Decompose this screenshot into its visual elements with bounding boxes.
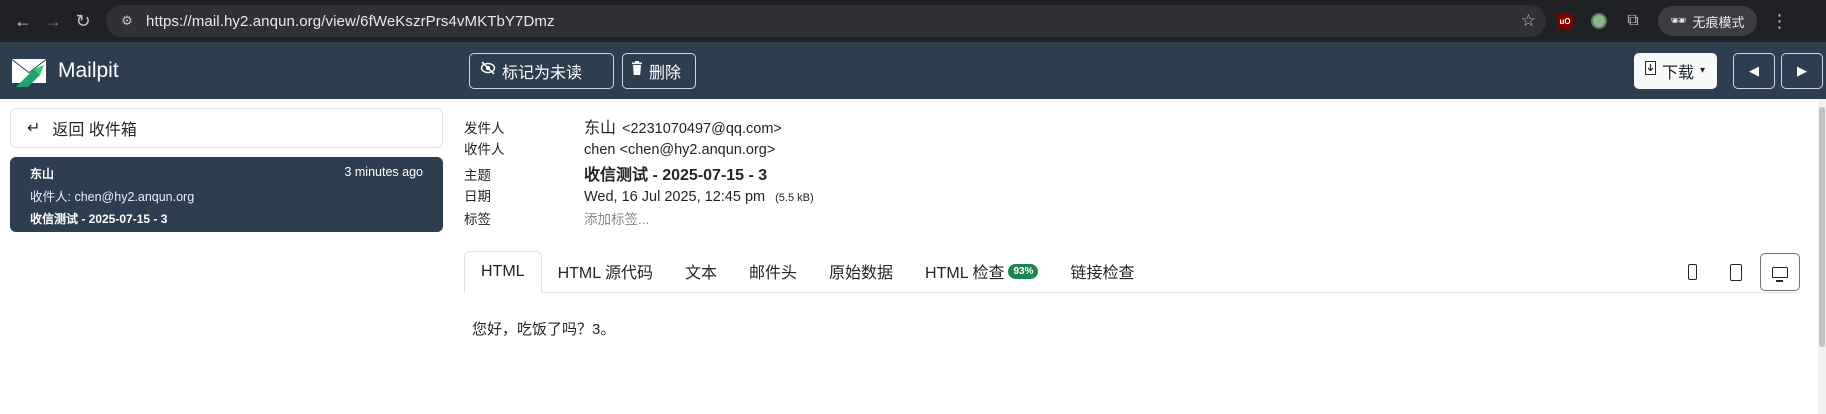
mark-unread-button[interactable]: 标记为未读 (469, 52, 614, 89)
tablet-icon (1730, 263, 1742, 281)
from-email[interactable]: <2231070497@qq.com> (622, 121, 782, 137)
from-label: 发件人 (464, 121, 505, 136)
tags-input[interactable]: 添加标签... (584, 208, 649, 228)
message-list-item[interactable]: 东山 3 minutes ago 收件人: chen@hy2.anqun.org… (10, 157, 443, 232)
message-time: 3 minutes ago (344, 165, 423, 179)
tab-label: 链接检查 (1070, 265, 1135, 282)
tab-link-check[interactable]: 链接检查 (1054, 250, 1150, 292)
ublock-icon: uO (1557, 13, 1573, 29)
address-bar[interactable]: ⚙ https://mail.hy2.anqun.org/view/6fWeKs… (106, 5, 1546, 37)
caret-left-icon: ◀ (1749, 62, 1759, 78)
back-to-inbox-label: 返回 收件箱 (52, 122, 137, 139)
incognito-indicator[interactable]: 🕶 无痕模式 (1658, 6, 1757, 36)
from-value: 东山 <2231070497@qq.com> (584, 114, 782, 138)
desktop-view-button[interactable] (1760, 253, 1800, 291)
view-tabs: HTML HTML 源代码 文本 邮件头 原始数据 HTML 检查 93% 链接… (464, 251, 1800, 293)
reload-icon[interactable]: ↻ (68, 6, 98, 36)
date-label: 日期 (464, 188, 491, 204)
tab-label: HTML (481, 263, 525, 280)
to-value[interactable]: chen <chen@hy2.anqun.org> (584, 142, 775, 158)
brand-name: Mailpit (58, 58, 119, 82)
mailpit-logo-icon (11, 57, 47, 87)
message-headers: 发件人 东山 <2231070497@qq.com> 收件人 chen <chen… (464, 114, 814, 232)
delete-button[interactable]: 删除 (622, 52, 696, 89)
message-size: (5.5 kB) (775, 191, 814, 204)
extensions-menu[interactable]: ⧉ (1618, 6, 1648, 36)
previous-message-button[interactable]: ◀ (1733, 52, 1775, 89)
subject-value: 收信测试 - 2025-07-15 - 3 (584, 167, 768, 184)
device-view-toggle (1672, 251, 1800, 293)
site-settings-icon[interactable]: ⚙ (116, 10, 138, 32)
html-check-score-badge: 93% (1008, 263, 1039, 279)
incognito-icon: 🕶 (1670, 13, 1687, 28)
puzzle-icon: ⧉ (1627, 12, 1639, 29)
date-row: 日期 Wed, 16 Jul 2025, 12:45 pm (5.5 kB) (464, 185, 814, 209)
caret-right-icon: ▶ (1797, 62, 1807, 78)
subject-label: 主题 (464, 168, 491, 183)
file-download-icon (1645, 61, 1656, 80)
message-subject: 收信测试 - 2025-07-15 - 3 (30, 212, 168, 226)
to-label: 收件人 (464, 141, 505, 157)
return-arrow-icon: ↵ (27, 120, 41, 137)
date-value: Wed, 16 Jul 2025, 12:45 pm (5.5 kB) (584, 189, 814, 205)
caret-down-icon: ▾ (1700, 65, 1706, 76)
url-text[interactable]: https://mail.hy2.anqun.org/view/6fWeKszr… (146, 13, 1521, 30)
to-row: 收件人 chen <chen@hy2.anqun.org> (464, 138, 814, 162)
tab-label: HTML 源代码 (557, 265, 653, 282)
tab-label: 文本 (684, 265, 717, 282)
tab-text[interactable]: 文本 (669, 250, 733, 292)
browser-toolbar: ← → ↻ ⚙ https://mail.hy2.anqun.org/view/… (0, 0, 1826, 42)
back-to-inbox-button[interactable]: ↵ 返回 收件箱 (10, 108, 443, 148)
tab-html-source[interactable]: HTML 源代码 (542, 250, 669, 292)
subject-row: 主题 收信测试 - 2025-07-15 - 3 (464, 161, 814, 185)
eye-slash-icon (480, 61, 496, 80)
tab-label: HTML 检查 (925, 265, 1005, 282)
email-body: 您好，吃饭了吗？3。 (472, 321, 616, 338)
message-to: 收件人: chen@hy2.anqun.org (30, 190, 195, 204)
delete-label: 删除 (649, 64, 682, 82)
message-from: 东山 (30, 167, 55, 181)
from-name: 东山 (584, 120, 617, 137)
tab-html[interactable]: HTML (464, 251, 542, 293)
phone-view-button[interactable] (1672, 253, 1712, 291)
phone-icon (1687, 264, 1697, 280)
tab-headers[interactable]: 邮件头 (733, 250, 813, 292)
download-dropdown-button[interactable]: 下载 ▾ (1634, 52, 1717, 89)
date-text: Wed, 16 Jul 2025, 12:45 pm (584, 188, 766, 205)
back-arrow-icon[interactable]: ← (8, 6, 38, 36)
tablet-view-button[interactable] (1716, 253, 1756, 291)
next-message-button[interactable]: ▶ (1781, 52, 1823, 89)
ublock-extension[interactable]: uO (1550, 6, 1580, 36)
incognito-label: 无痕模式 (1692, 14, 1745, 30)
tab-label: 邮件头 (749, 265, 798, 282)
green-dot-icon (1591, 13, 1607, 29)
desktop-icon (1772, 266, 1788, 282)
tags-row: 标签 添加标签... (464, 208, 814, 232)
tab-raw[interactable]: 原始数据 (813, 250, 909, 292)
from-row: 发件人 东山 <2231070497@qq.com> (464, 114, 814, 138)
app-header: Mailpit 标记为未读 删除 下载 ▾ ◀ ▶ (0, 42, 1826, 99)
tab-html-check[interactable]: HTML 检查 93% (909, 250, 1054, 292)
tags-label: 标签 (464, 212, 491, 227)
mark-unread-label: 标记为未读 (502, 64, 583, 82)
bookmark-star-icon[interactable]: ☆ (1521, 11, 1536, 31)
forward-arrow-icon[interactable]: → (38, 6, 68, 36)
scrollbar-thumb[interactable] (1819, 107, 1825, 347)
download-label: 下载 (1662, 64, 1695, 82)
tab-label: 原始数据 (829, 265, 894, 282)
trash-icon (631, 61, 643, 80)
browser-menu-icon[interactable]: ⋮ (1765, 11, 1795, 32)
green-extension[interactable] (1584, 6, 1614, 36)
brand[interactable]: Mailpit (0, 53, 460, 89)
scrollbar[interactable] (1818, 99, 1826, 414)
